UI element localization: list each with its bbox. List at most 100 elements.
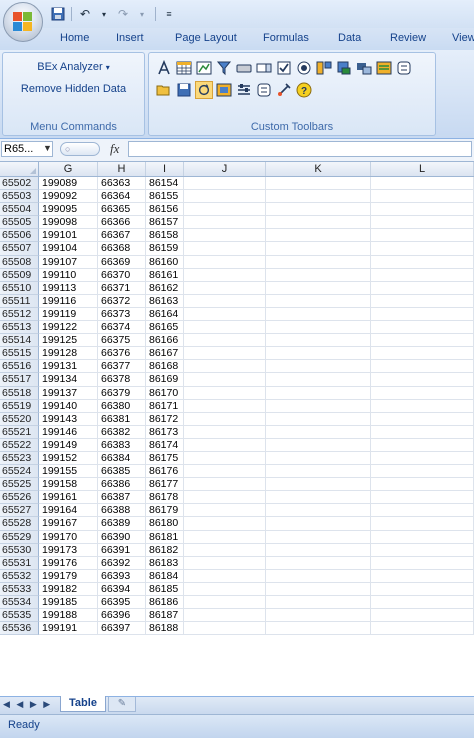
cell-k[interactable] (266, 425, 371, 439)
tab-data[interactable]: Data (338, 32, 361, 44)
row-header[interactable]: 65534 (0, 596, 39, 610)
row-header[interactable]: 65508 (0, 255, 39, 269)
cell-i[interactable]: 86176 (146, 465, 184, 479)
cell-h[interactable]: 66378 (98, 373, 146, 387)
row-header[interactable]: 65514 (0, 334, 39, 348)
text-icon[interactable] (155, 59, 173, 77)
row-header[interactable]: 65535 (0, 609, 39, 623)
row-header[interactable]: 65502 (0, 177, 39, 191)
cell-h[interactable]: 66397 (98, 622, 146, 636)
cell-k[interactable] (266, 465, 371, 479)
cell-h[interactable]: 66364 (98, 190, 146, 204)
cell-l[interactable] (371, 399, 474, 413)
name-box-dropdown-icon[interactable]: ▼ (43, 143, 52, 153)
cell-h[interactable]: 66393 (98, 569, 146, 583)
select-all-corner[interactable] (0, 162, 39, 176)
cell-h[interactable]: 66386 (98, 478, 146, 492)
cell-i[interactable]: 86180 (146, 517, 184, 531)
cell-k[interactable] (266, 582, 371, 596)
cell-j[interactable] (184, 229, 266, 243)
cell-k[interactable] (266, 242, 371, 256)
cell-h[interactable]: 66376 (98, 347, 146, 361)
cell-g[interactable]: 199191 (39, 622, 98, 636)
formula-expand-control[interactable]: ○ (60, 142, 100, 156)
navigation-pane-icon[interactable] (375, 59, 393, 77)
tab-review[interactable]: Review (390, 32, 426, 44)
cell-h[interactable]: 66374 (98, 321, 146, 335)
cell-k[interactable] (266, 622, 371, 636)
cell-g[interactable]: 199155 (39, 465, 98, 479)
cell-k[interactable] (266, 556, 371, 570)
column-header-l[interactable]: L (371, 162, 474, 176)
cell-l[interactable] (371, 242, 474, 256)
bex-analyzer-menu[interactable]: BEx Analyzer ▾ (3, 61, 144, 73)
cell-i[interactable]: 86157 (146, 216, 184, 230)
cell-h[interactable]: 66388 (98, 504, 146, 518)
cell-i[interactable]: 86158 (146, 229, 184, 243)
cell-i[interactable]: 86173 (146, 425, 184, 439)
cell-h[interactable]: 66379 (98, 386, 146, 400)
cell-i[interactable]: 86187 (146, 609, 184, 623)
cell-g[interactable]: 199098 (39, 216, 98, 230)
cell-j[interactable] (184, 255, 266, 269)
cell-g[interactable]: 199131 (39, 360, 98, 374)
cell-k[interactable] (266, 216, 371, 230)
row-header[interactable]: 65519 (0, 399, 39, 413)
cell-h[interactable]: 66396 (98, 609, 146, 623)
cell-j[interactable] (184, 386, 266, 400)
row-header[interactable]: 65518 (0, 386, 39, 400)
cell-k[interactable] (266, 334, 371, 348)
row-header[interactable]: 65507 (0, 242, 39, 256)
cell-k[interactable] (266, 268, 371, 282)
cell-j[interactable] (184, 609, 266, 623)
cell-j[interactable] (184, 412, 266, 426)
cell-j[interactable] (184, 216, 266, 230)
cell-g[interactable]: 199176 (39, 556, 98, 570)
cell-h[interactable]: 66390 (98, 530, 146, 544)
cell-l[interactable] (371, 268, 474, 282)
cell-l[interactable] (371, 203, 474, 217)
cell-g[interactable]: 199134 (39, 373, 98, 387)
cell-j[interactable] (184, 307, 266, 322)
cell-g[interactable]: 199128 (39, 347, 98, 361)
cell-l[interactable] (371, 216, 474, 230)
cell-l[interactable] (371, 451, 474, 466)
cell-l[interactable] (371, 294, 474, 308)
tab-view[interactable]: View (452, 32, 474, 44)
cell-l[interactable] (371, 190, 474, 204)
cell-i[interactable]: 86163 (146, 294, 184, 308)
checkbox-icon[interactable] (275, 59, 293, 77)
row-header[interactable]: 65524 (0, 465, 39, 479)
cell-h[interactable]: 66380 (98, 399, 146, 413)
cell-i[interactable]: 86169 (146, 373, 184, 387)
cell-i[interactable]: 86156 (146, 203, 184, 217)
cell-g[interactable]: 199179 (39, 569, 98, 583)
cell-h[interactable]: 66382 (98, 425, 146, 439)
cell-j[interactable] (184, 478, 266, 492)
refresh-icon[interactable] (195, 81, 213, 99)
cell-i[interactable]: 86155 (146, 190, 184, 204)
cell-j[interactable] (184, 399, 266, 413)
row-header[interactable]: 65503 (0, 190, 39, 204)
row-header[interactable]: 65530 (0, 543, 39, 557)
cell-j[interactable] (184, 294, 266, 308)
cell-l[interactable] (371, 347, 474, 361)
column-header-h[interactable]: H (98, 162, 146, 176)
cell-k[interactable] (266, 373, 371, 387)
row-header[interactable]: 65532 (0, 569, 39, 583)
cell-l[interactable] (371, 373, 474, 387)
cell-g[interactable]: 199116 (39, 294, 98, 308)
cell-i[interactable]: 86171 (146, 399, 184, 413)
row-header[interactable]: 65504 (0, 203, 39, 217)
row-header[interactable]: 65526 (0, 491, 39, 505)
cell-j[interactable] (184, 360, 266, 374)
redo-dropdown-icon[interactable]: ▾ (134, 6, 150, 22)
save-icon[interactable] (50, 6, 66, 22)
cell-g[interactable]: 199119 (39, 307, 98, 322)
cell-g[interactable]: 199137 (39, 386, 98, 400)
cell-l[interactable] (371, 582, 474, 596)
cell-j[interactable] (184, 321, 266, 335)
cell-h[interactable]: 66366 (98, 216, 146, 230)
cell-h[interactable]: 66389 (98, 517, 146, 531)
radio-button-icon[interactable] (295, 59, 313, 77)
